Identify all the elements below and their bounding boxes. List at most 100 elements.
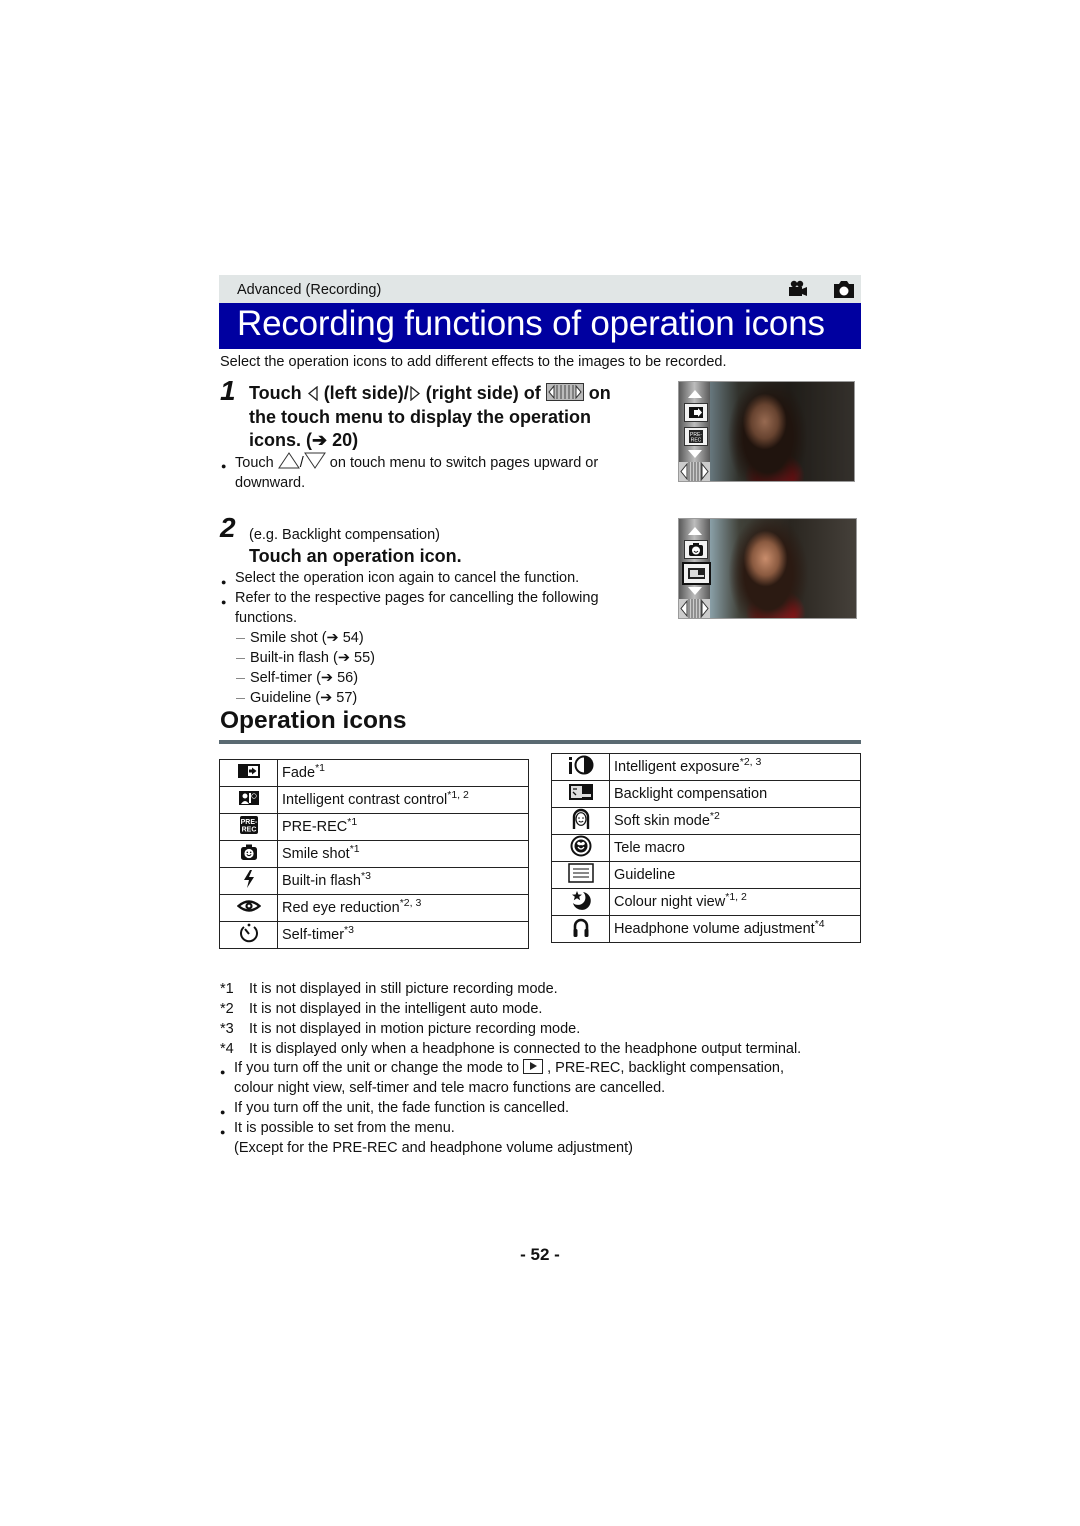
row-label: Self-timer (282, 927, 345, 943)
step1-bullet: Touch / on touch menu to switch pages up… (221, 452, 655, 493)
row-label: Fade (282, 765, 316, 781)
row-label: Tele macro (614, 840, 685, 856)
table-row: Colour night view*1, 2 (551, 888, 861, 916)
backlight-icon (568, 784, 593, 800)
footnote-ref: *1, 2 (725, 891, 747, 903)
step-number: 2 (220, 512, 236, 543)
note: If you turn off the unit, the fade funct… (220, 1098, 874, 1122)
touch-menu-switch-icon[interactable] (679, 462, 710, 481)
table-row: Tele macro (551, 834, 861, 862)
table-row: Red eye reduction*2, 3 (219, 894, 529, 922)
bullet-text-line2: downward. (235, 475, 306, 491)
self-timer-icon (239, 923, 258, 943)
still-picture-mode-icon (834, 281, 854, 298)
page-up-icon (688, 527, 702, 535)
playback-mode-icon (523, 1059, 544, 1074)
footnote: *2 It is not displayed in the intelligent… (220, 999, 880, 1019)
step1-heading-text: on (588, 383, 611, 403)
step1-heading-text: (left side)/ (323, 383, 409, 403)
step-number: 1 (220, 375, 236, 406)
step1-heading-text: Touch (249, 383, 302, 403)
row-label: Red eye reduction (282, 900, 400, 916)
operation-icons-table-left: Fade*1 Intelligent contrast control*1, 2… (219, 759, 529, 949)
footnote-ref: *3 (344, 924, 354, 936)
row-label: Headphone volume adjustment (614, 921, 815, 937)
footnote-ref: *2, 3 (739, 756, 762, 768)
footnote-ref: *2 (709, 810, 720, 822)
footnote: *1 It is not displayed in still picture r… (220, 979, 880, 999)
table-row: Smile shot*1 (219, 840, 529, 868)
row-label: Backlight compensation (614, 786, 768, 802)
note-text-line2: (Except for the PRE-REC and headphone vo… (234, 1140, 633, 1156)
footnote-ref: *1 (349, 843, 360, 855)
footnote-mark: *4 (220, 1041, 234, 1057)
svg-text:REC: REC (691, 438, 702, 444)
right-arrow-icon (410, 386, 420, 401)
step1-heading-text: (right side) of (425, 383, 541, 403)
tele-macro-icon (570, 835, 591, 857)
touch-menu-panel (679, 519, 711, 618)
preview-photo (710, 382, 854, 481)
footnote-ref: *1 (315, 762, 325, 774)
note-text: , PRE-REC, backlight compensation, (547, 1060, 785, 1076)
page-title: Recording functions of operation icons (237, 304, 825, 343)
operation-icons-table-right: Intelligent exposure*2, 3 Backlight comp… (551, 753, 861, 943)
table-row: Fade*1 (219, 759, 529, 787)
reference-item[interactable]: Smile shot (➔ 54) (235, 628, 665, 648)
note: It is possible to set from the menu. (220, 1118, 874, 1142)
row-label: Guideline (614, 867, 676, 883)
reference-item[interactable]: Guideline (➔ 57) (235, 688, 665, 708)
table-row: Guideline (551, 861, 861, 889)
svg-text:REC: REC (241, 827, 256, 834)
left-arrow-icon (307, 386, 318, 401)
row-label: Intelligent contrast control (282, 792, 448, 808)
step1-heading-line2: the touch menu to display the operation (249, 406, 592, 427)
bullet-text: on touch menu to switch pages upward or (329, 455, 599, 471)
note-text: If you turn off the unit or change the m… (234, 1060, 520, 1076)
row-label: PRE-REC (282, 819, 348, 835)
bullet-text: Select the operation icon again to cance… (221, 568, 665, 592)
step2-heading: Touch an operation icon. (249, 546, 462, 566)
page-down-icon (688, 587, 702, 595)
intelligent-contrast-icon (238, 791, 259, 805)
step2-bullets: Select the operation icon again to cance… (221, 568, 665, 708)
bullet-text: Touch (235, 455, 274, 471)
screen-example-2 (678, 518, 857, 619)
table-row: Intelligent contrast control*1, 2 (219, 786, 529, 814)
footnote-ref: *3 (360, 870, 371, 882)
screen-example-1: PRE- REC (678, 381, 855, 482)
row-label: Smile shot (282, 846, 350, 862)
smile-shot-icon (240, 844, 257, 860)
backlight-compensation-button[interactable] (682, 562, 711, 585)
fade-button[interactable] (684, 403, 708, 422)
colour-night-view-icon (571, 891, 591, 910)
reference-item[interactable]: Built-in flash (➔ 55) (235, 648, 665, 668)
footnote-text: It is not displayed in still picture rec… (249, 981, 558, 997)
table-row: PRE- REC PRE-REC*1 (219, 813, 529, 841)
touch-menu-switch-icon[interactable] (679, 599, 710, 618)
reference-item[interactable]: Self-timer (➔ 56) (235, 668, 665, 688)
note: If you turn off the unit or change the m… (220, 1058, 874, 1082)
footnote-ref: *1, 2 (447, 789, 469, 801)
motion-picture-mode-icon (789, 280, 807, 296)
footnote-ref: *4 (814, 918, 825, 930)
table-row: Built-in flash*3 (219, 867, 529, 895)
intelligent-exposure-icon (568, 755, 593, 775)
pre-rec-button[interactable]: PRE- REC (684, 427, 708, 446)
footnote-mark: *2 (220, 1001, 234, 1017)
headphone-icon (573, 918, 588, 937)
red-eye-icon (236, 900, 261, 912)
row-label: Soft skin mode (614, 813, 710, 829)
table-row: Soft skin mode*2 (551, 807, 861, 835)
step1-heading-line3: icons. (➔ 20) (249, 430, 359, 450)
row-label: Built-in flash (282, 873, 361, 889)
page-number: - 52 - (520, 1245, 560, 1264)
footnote-mark: *3 (220, 1021, 234, 1037)
guideline-icon (567, 863, 594, 883)
footnote: *3 It is not displayed in motion picture … (220, 1019, 880, 1039)
breadcrumb: Advanced (Recording) (237, 282, 382, 298)
step2-example: (e.g. Backlight compensation) (249, 527, 441, 543)
footnote-text: It is displayed only when a headphone is… (249, 1041, 802, 1057)
smile-shot-button[interactable] (684, 540, 708, 559)
notes: If you turn off the unit or change the m… (220, 1058, 874, 1158)
